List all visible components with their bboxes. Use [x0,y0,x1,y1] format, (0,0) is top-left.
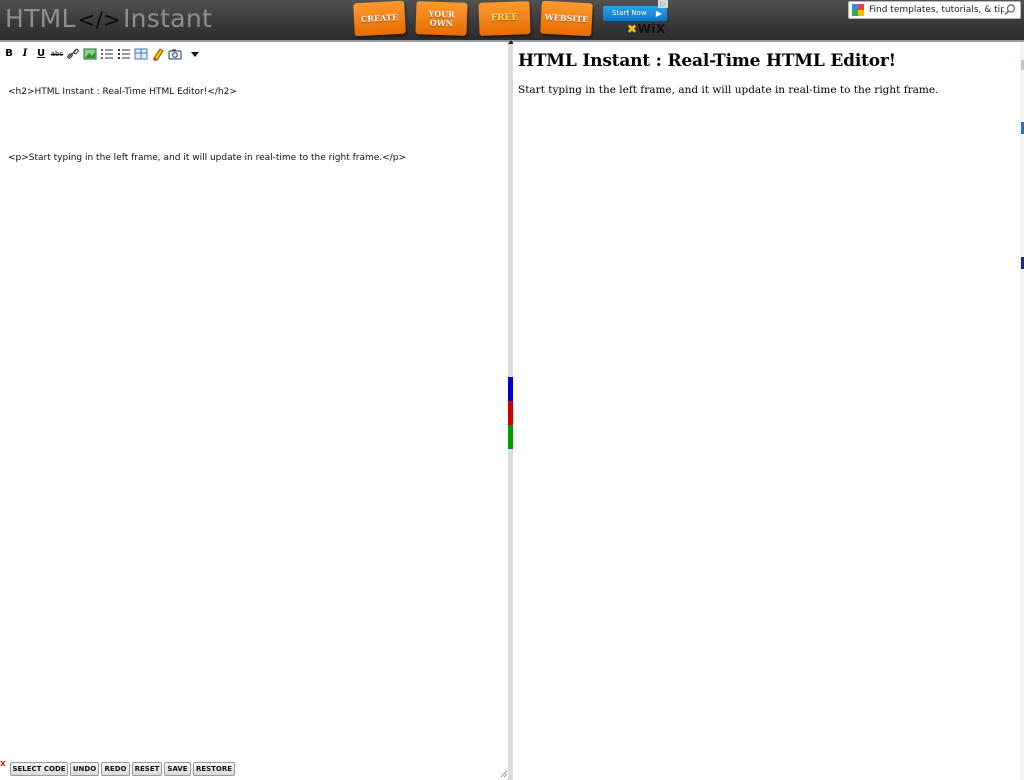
select-code-button[interactable]: SELECT CODE [10,762,68,776]
ad-tab-own-label: OWN [429,17,454,28]
site-logo[interactable]: HTML</>Instant [5,2,212,36]
unordered-list-button[interactable] [100,47,114,61]
preview-button[interactable] [168,47,182,61]
close-icon[interactable]: x [0,759,6,769]
ad-tab-create[interactable]: CREATE [353,0,406,37]
camera-icon [168,49,182,60]
google-logo-icon [852,4,864,16]
ad-tab-your-own[interactable]: YOUR OWN [415,1,468,36]
editor-pane[interactable]: B I U abc <h2>HTML Instant : Real-Time H… [0,42,508,780]
underline-button[interactable]: U [34,47,48,61]
code-line-heading: <h2>HTML Instant : Real-Time HTML Editor… [8,87,237,97]
preview-paragraph: Start typing in the left frame, and it w… [518,84,939,96]
highlighter-icon [153,48,164,61]
reset-button[interactable]: RESET [132,762,162,776]
preview-heading: HTML Instant : Real-Time HTML Editor! [518,51,896,71]
search-icon[interactable] [1003,3,1017,17]
logo-text-instant: Instant [122,4,213,33]
image-button[interactable] [83,47,97,61]
wix-logo: ✖WiX [627,22,666,36]
logo-text-html: HTML [5,4,76,33]
play-arrow-icon: ▶ [655,9,662,18]
ad-tab-website-label: WEBSITE [544,11,589,25]
resize-grip-icon[interactable] [500,770,508,778]
start-now-label: Start Now [612,9,647,17]
logo-tag-glyph: </> [77,8,121,32]
toolbar-dropdown[interactable] [188,47,202,61]
search-box[interactable] [848,1,1021,19]
bullet-list-icon [101,49,113,59]
undo-button[interactable]: UNDO [70,762,99,776]
preview-pane: HTML Instant : Real-Time HTML Editor! St… [513,42,1020,780]
search-input[interactable] [869,2,1004,18]
bold-button[interactable]: B [2,47,16,61]
wix-brand-label: WiX [637,22,666,36]
ordered-list-button[interactable] [117,47,131,61]
italic-button[interactable]: I [18,47,32,61]
ad-choices-icon[interactable]: ▷ [658,0,668,8]
start-now-button[interactable]: Start Now ▶ [603,6,667,21]
ad-tab-website[interactable]: WEBSITE [540,0,593,37]
restore-button[interactable]: RESTORE [193,762,235,776]
numbered-list-icon [118,49,130,59]
link-button[interactable] [66,47,80,61]
highlight-button[interactable] [151,47,165,61]
link-icon [67,48,79,59]
table-button[interactable] [134,47,148,61]
right-edge-scrollbar[interactable] [1020,42,1024,780]
top-header: HTML</>Instant CREATE YOUR OWN FREE WEBS… [0,0,1024,40]
redo-button[interactable]: REDO [101,762,130,776]
table-icon [134,48,148,60]
ad-tab-free[interactable]: FREE [478,1,531,36]
image-icon [83,48,97,60]
strikethrough-button[interactable]: abc [50,47,64,61]
ad-tab-create-label: CREATE [360,12,399,24]
ad-tab-free-label: FREE [490,12,519,24]
code-line-paragraph: <p>Start typing in the left frame, and i… [8,153,406,163]
code-editor[interactable]: <h2>HTML Instant : Real-Time HTML Editor… [8,65,503,186]
chevron-down-icon [191,52,199,57]
wix-x-icon: ✖ [627,22,638,36]
save-button[interactable]: SAVE [164,762,191,776]
